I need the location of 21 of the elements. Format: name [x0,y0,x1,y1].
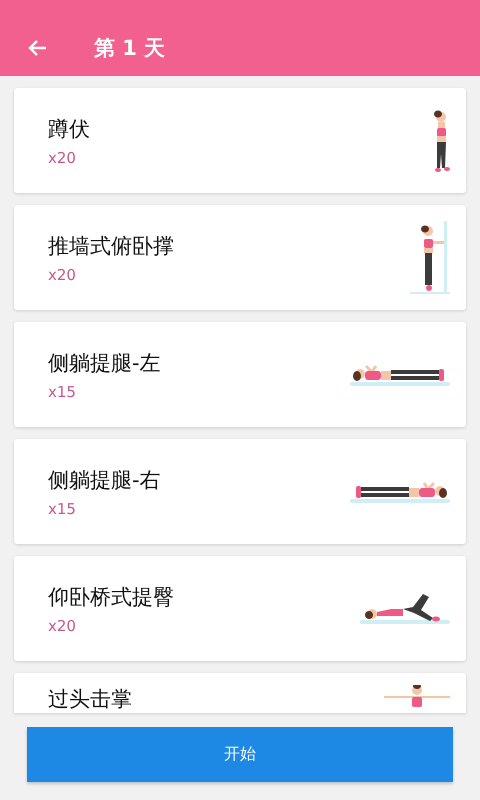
repetition-count: x20 [48,616,77,634]
page-title: 第 1 天 [94,35,166,62]
repetition-count: x20 [48,266,77,284]
exercise-name: 过头击掌 [48,686,133,713]
exercise-card[interactable]: 侧躺提腿-左 x15 [14,322,466,427]
exercise-card[interactable]: 蹲伏 x20 [14,88,466,193]
exercise-card[interactable]: 推墙式俯卧撑 x20 [14,205,466,310]
exercise-figure-drawing [384,685,450,708]
repetition-count: x15 [48,500,77,518]
exercise-name: 推墙式俯卧撑 [48,232,175,260]
exercise-name: 侧躺提腿-左 [48,350,162,376]
start-button[interactable]: 开始 [27,727,453,782]
repetition-count: x20 [48,148,77,166]
exercise-card[interactable]: 侧躺提腿-右 x15 [14,439,466,544]
exercise-card[interactable]: 仰卧桥式提臀 x20 [14,556,466,661]
exercise-name: 仰卧桥式提臀 [48,584,175,610]
exercise-name: 侧躺提腿-右 [48,466,162,494]
exercise-card[interactable]: 过头击掌 [14,673,466,713]
repetition-count: x15 [48,382,77,400]
exercise-figure-drawing [433,109,450,172]
exercise-name: 蹲伏 [48,116,91,142]
